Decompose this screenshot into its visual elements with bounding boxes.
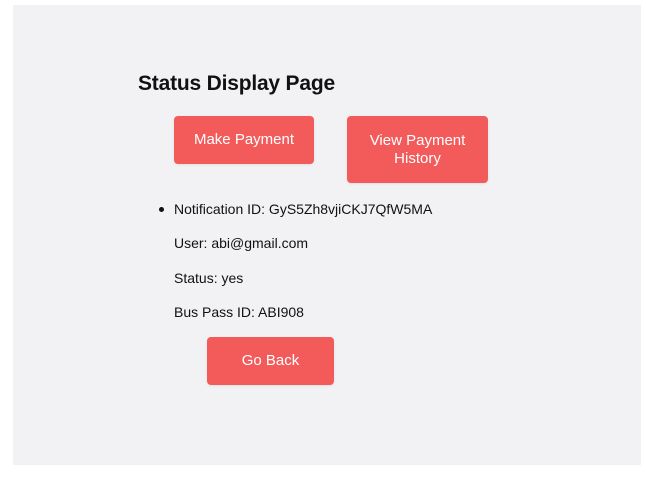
make-payment-button[interactable]: Make Payment [174, 116, 314, 164]
view-payment-history-button[interactable]: View Payment History [347, 116, 488, 183]
bus-pass-id: Bus Pass ID: ABI908 [174, 304, 304, 320]
page-title: Status Display Page [138, 72, 335, 95]
go-back-button[interactable]: Go Back [207, 337, 334, 385]
view-payment-history-label: View Payment History [369, 131, 466, 167]
notification-id: Notification ID: GyS5Zh8vjiCKJ7QfW5MA [174, 201, 433, 217]
notification-status: Status: yes [174, 270, 244, 286]
list-bullet [159, 207, 164, 212]
notification-user: User: abi@gmail.com [174, 235, 309, 251]
